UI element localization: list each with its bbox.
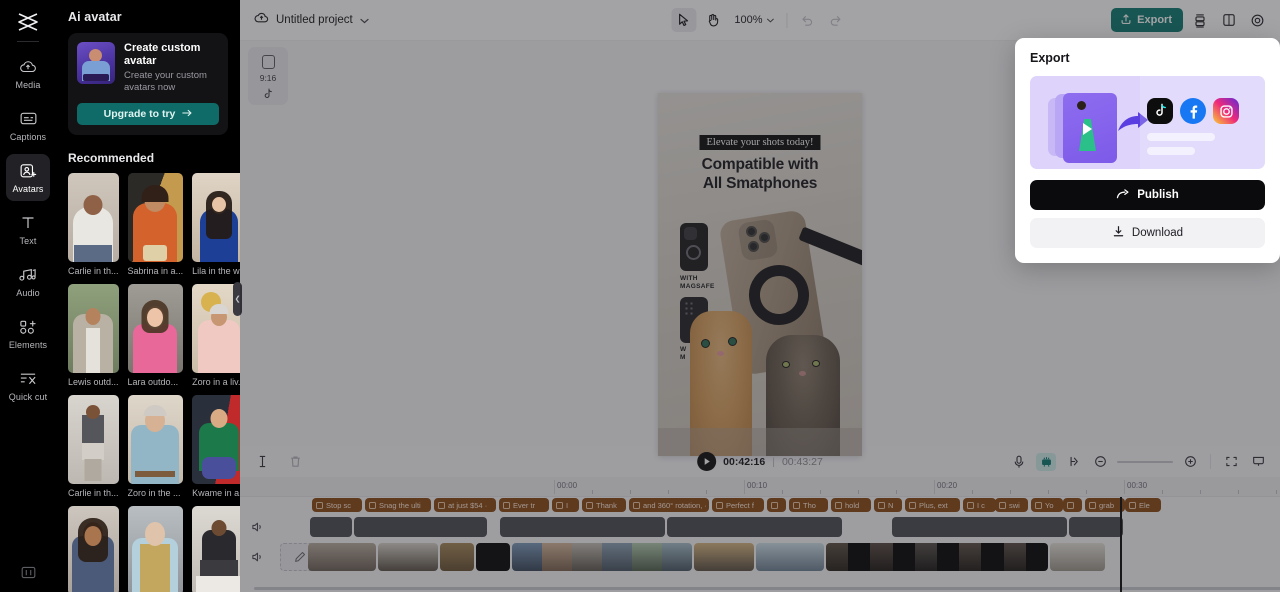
download-icon [1112,225,1125,241]
capcut-logo-icon[interactable] [12,9,44,35]
rail-divider [17,41,39,42]
avatar-card[interactable]: Lewis outd... [68,284,119,387]
export-illustration [1030,76,1265,169]
sidebar-item-audio[interactable]: Audio [6,258,50,305]
avatar-name: Lewis outd... [68,377,119,387]
avatar-name: Carlie in th... [68,266,119,276]
quick-cut-icon [18,369,38,388]
placeholder-line [1147,147,1195,155]
promo-top-row: Create custom avatar Create your custom … [77,42,219,94]
avatars-panel: Ai avatar Create custom avatar Create yo… [56,0,240,592]
avatar-card[interactable]: Sabrina in a... [127,173,184,276]
share-arrow-icon [1116,187,1130,203]
export-popup: Export Publish Download [1015,38,1280,263]
avatar-thumbnail [127,395,184,484]
sidebar-item-avatars[interactable]: Avatars [6,154,50,201]
rail-bottom-area [0,563,56,582]
arrow-right-icon [182,108,193,120]
upgrade-label: Upgrade to try [103,108,176,120]
cloud-upload-icon [18,57,38,76]
avatar-card[interactable]: Carlie in th... [68,395,119,498]
avatar-card[interactable]: Lara outdo... [127,284,184,387]
sidebar-label-audio: Audio [16,288,40,298]
avatar-plus-icon [18,161,38,180]
layout-grid-icon[interactable] [18,563,38,582]
avatar-thumbnail [192,173,240,262]
sidebar-item-media[interactable]: Media [6,50,50,97]
download-label: Download [1131,227,1184,239]
avatar-thumbnail [68,173,119,262]
avatar-thumbnail [68,395,119,484]
avatar-thumbnail [127,506,184,592]
main-area: ❮ Untitled project 100% Export 9:16 WITH… [233,0,1280,592]
avatar-thumbnail [127,284,184,373]
panel-title: Ai avatar [68,10,122,24]
placeholder-line [1147,133,1215,141]
promo-text-block: Create custom avatar Create your custom … [124,42,219,94]
avatar-name: Carlie in th... [68,488,119,498]
create-custom-avatar-card[interactable]: Create custom avatar Create your custom … [68,33,228,135]
avatar-card[interactable]: Lila in the w... [192,173,240,276]
avatar-name: Zoro in the ... [127,488,181,498]
promo-subtext: Create your custom avatars now [124,70,207,93]
avatar-card[interactable] [68,506,119,592]
sidebar-label-captions: Captions [9,132,47,142]
sidebar-item-elements[interactable]: Elements [6,310,50,357]
avatar-name: Lara outdo... [127,377,179,387]
avatar-grid: Carlie in th... Sabrina in a... Lila in … [68,173,240,592]
captions-icon [18,109,38,128]
avatar-thumbnail [68,506,119,592]
sidebar-label-avatars: Avatars [12,184,44,194]
facebook-icon [1180,98,1206,124]
text-t-icon [18,213,38,232]
publish-button[interactable]: Publish [1030,180,1265,210]
sidebar-label-elements: Elements [8,340,48,350]
avatar-card[interactable]: Kwame in a... [192,395,240,498]
avatar-name: Kwame in a... [192,488,240,498]
avatar-thumbnail [127,173,184,262]
sidebar-label-quick-cut: Quick cut [8,392,48,402]
app-root: Media Captions Avatars Text Audio Elemen… [0,0,1280,592]
music-note-icon [18,265,38,284]
avatar-thumbnail [68,284,119,373]
promo-heading: Create custom avatar [124,42,201,67]
avatar-card[interactable]: Carlie in th... [68,173,119,276]
sidebar-label-media: Media [15,80,41,90]
sidebar-item-quick-cut[interactable]: Quick cut [6,362,50,409]
tiktok-icon [1147,98,1173,124]
avatar-thumbnail [192,395,240,484]
publish-label: Publish [1137,189,1179,201]
avatar-card[interactable] [127,506,184,592]
export-popup-title: Export [1030,51,1070,65]
avatar-card[interactable]: Zoro in the ... [127,395,184,498]
instagram-icon [1213,98,1239,124]
sidebar-label-text: Text [19,236,37,246]
avatar-thumbnail [192,506,240,592]
sidebar-item-captions[interactable]: Captions [6,102,50,149]
avatar-card[interactable] [192,506,240,592]
fashion-photo-thumb [1063,93,1117,163]
upgrade-to-try-button[interactable]: Upgrade to try [77,103,219,125]
avatar-name: Zoro in a liv... [192,377,240,387]
avatar-name: Sabrina in a... [127,266,184,276]
left-icon-rail: Media Captions Avatars Text Audio Elemen… [0,0,56,592]
promo-thumbnail [77,42,115,84]
elements-shapes-icon [18,317,38,336]
recommended-heading: Recommended [68,151,155,165]
sidebar-item-text[interactable]: Text [6,206,50,253]
download-button[interactable]: Download [1030,218,1265,248]
avatar-name: Lila in the w... [192,266,240,276]
